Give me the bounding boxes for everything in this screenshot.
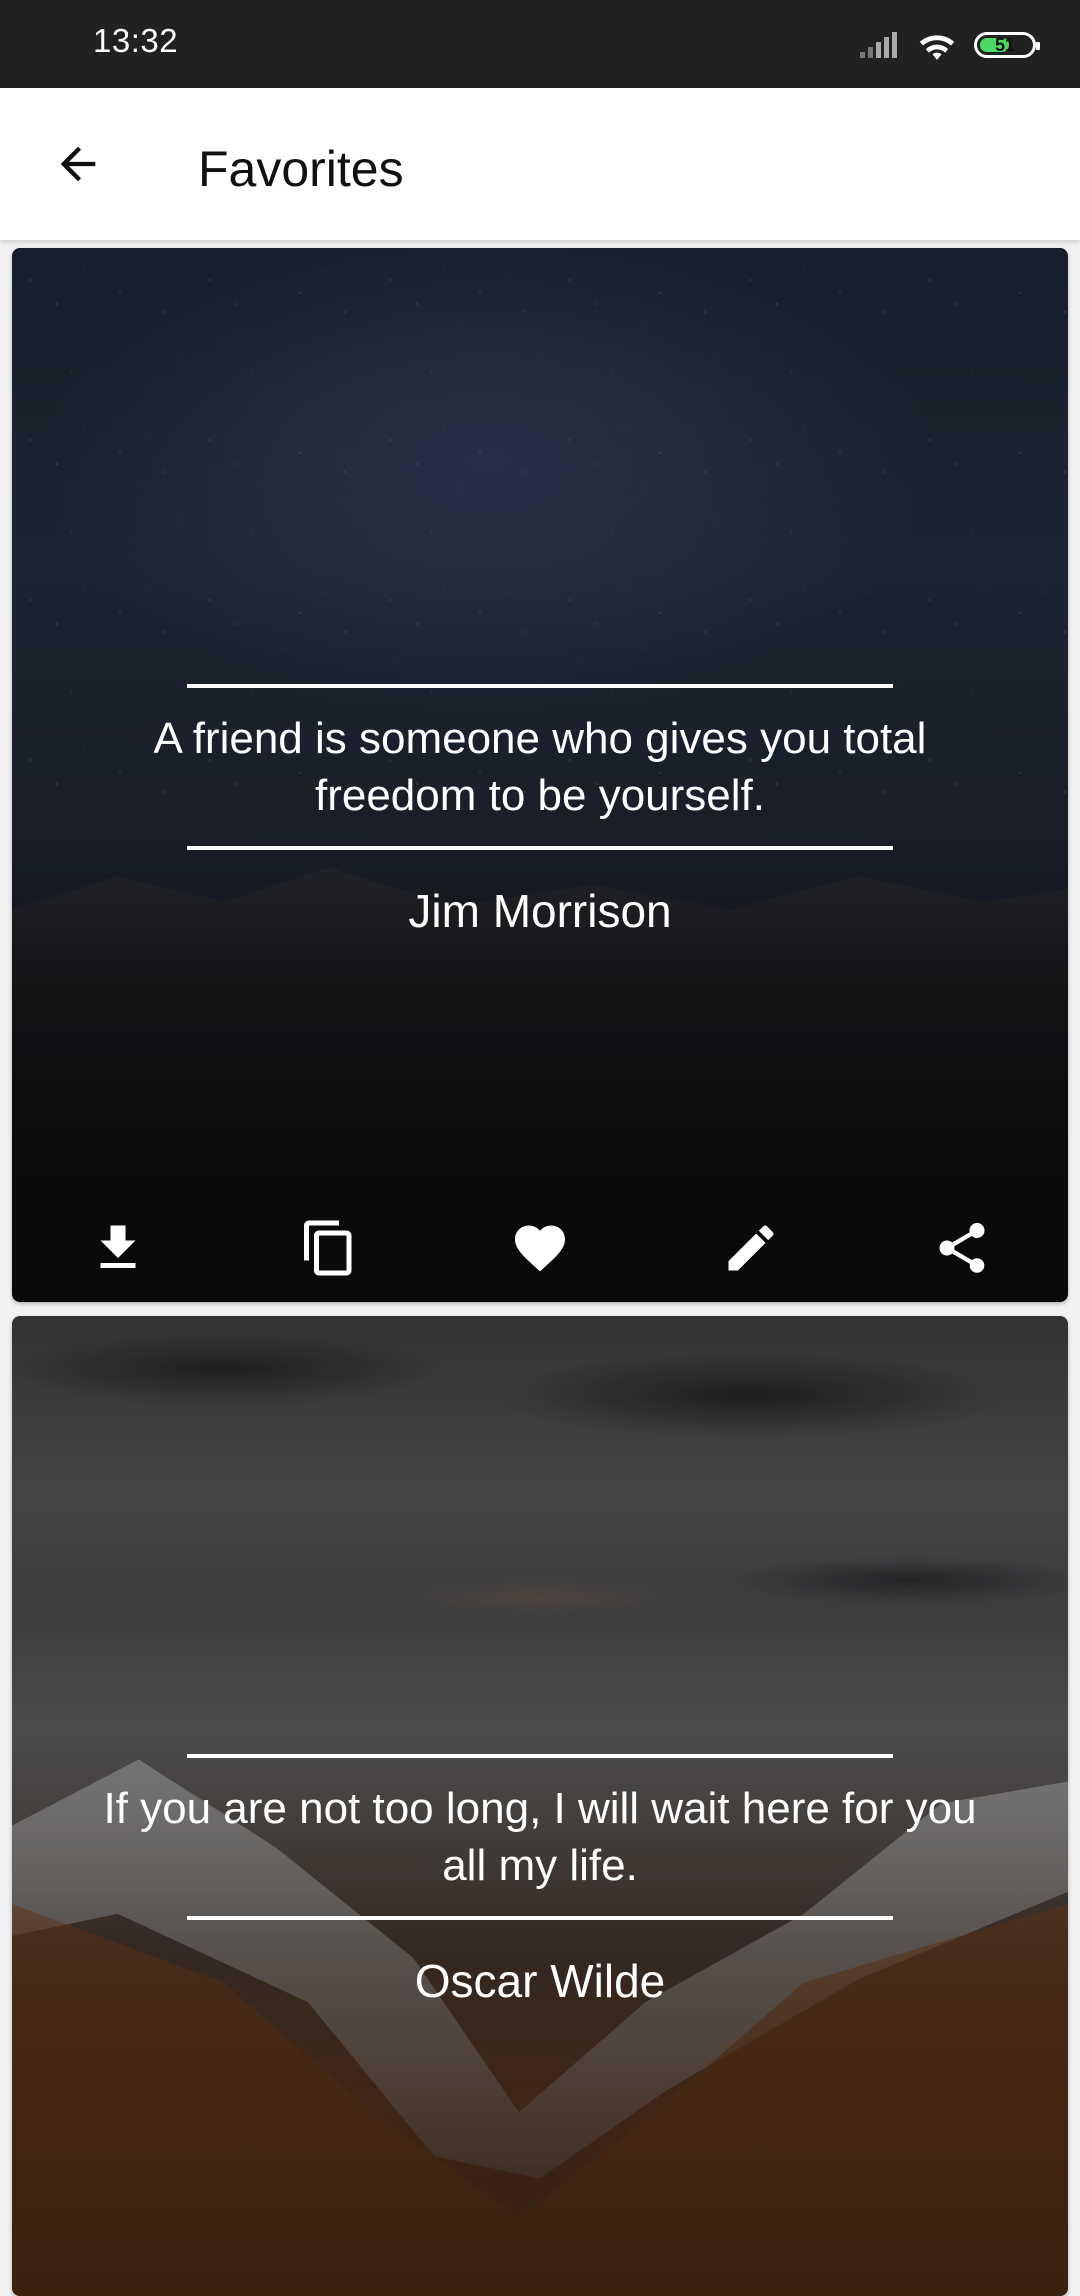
quote-card[interactable]: A friend is someone who gives you total … bbox=[12, 248, 1068, 1302]
app-bar: Favorites bbox=[0, 88, 1080, 240]
quote-block: If you are not too long, I will wait her… bbox=[12, 1754, 1068, 2008]
edit-button[interactable] bbox=[706, 1203, 796, 1293]
favorite-button[interactable] bbox=[495, 1203, 585, 1293]
quote-card[interactable]: If you are not too long, I will wait her… bbox=[12, 1316, 1068, 2296]
page-title: Favorites bbox=[198, 141, 404, 197]
edit-icon bbox=[728, 1225, 774, 1271]
wifi-icon bbox=[919, 35, 955, 60]
download-button[interactable] bbox=[73, 1203, 163, 1293]
quote-author: Oscar Wilde bbox=[414, 1955, 666, 2007]
status-icons: 51 bbox=[858, 24, 1040, 66]
back-button[interactable] bbox=[40, 126, 116, 202]
battery-icon: 51 bbox=[974, 32, 1040, 58]
divider-bottom bbox=[187, 1916, 893, 1920]
quote-block: A friend is someone who gives you total … bbox=[12, 684, 1068, 938]
quote-author: Jim Morrison bbox=[408, 885, 672, 937]
quote-text: A friend is someone who gives you total … bbox=[153, 714, 927, 820]
heart-icon bbox=[514, 1225, 565, 1272]
share-icon bbox=[939, 1222, 985, 1273]
quote-actions bbox=[12, 1194, 1068, 1302]
copy-icon bbox=[303, 1220, 352, 1276]
copy-button[interactable] bbox=[284, 1203, 374, 1293]
quote-text: If you are not too long, I will wait her… bbox=[103, 1784, 977, 1890]
battery-level: 51 bbox=[994, 34, 1016, 55]
signal-icon bbox=[860, 32, 897, 58]
share-button[interactable] bbox=[917, 1203, 1007, 1293]
divider-bottom bbox=[187, 846, 893, 850]
download-icon bbox=[100, 1225, 136, 1268]
arrow-back-icon bbox=[60, 146, 96, 182]
status-time: 13:32 bbox=[93, 22, 179, 59]
status-bar: 13:32 51 bbox=[0, 0, 1080, 88]
